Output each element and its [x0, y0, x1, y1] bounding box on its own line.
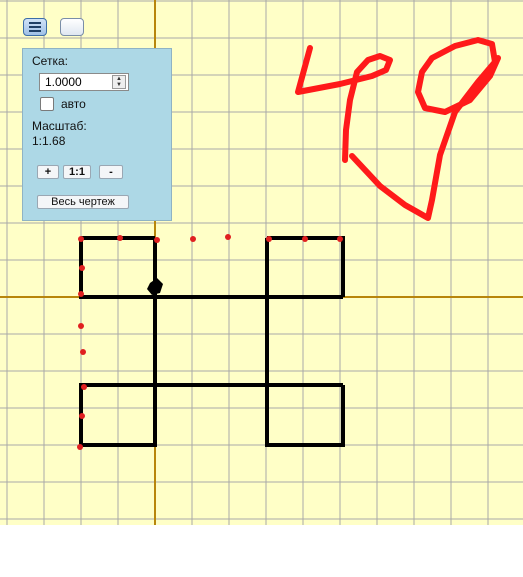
red-point [80, 349, 86, 355]
grid-step-spinner[interactable]: ▲ ▼ [112, 75, 126, 89]
red-point [337, 236, 343, 242]
red-point [154, 237, 160, 243]
settings-panel: Сетка: ▲ ▼ авто Масштаб: 1:1.68 + 1:1 - … [22, 48, 172, 221]
grid-label: Сетка: [32, 54, 68, 68]
fit-all-button[interactable]: Весь чертеж [37, 195, 129, 209]
blank-button[interactable] [60, 18, 84, 36]
red-point [190, 236, 196, 242]
zoom-out-button[interactable]: - [99, 165, 123, 179]
scale-value: 1:1.68 [32, 134, 66, 148]
red-point [78, 236, 84, 242]
red-point [79, 413, 85, 419]
red-point [79, 265, 85, 271]
auto-checkbox[interactable] [40, 97, 54, 111]
menu-icon-bar [29, 26, 41, 28]
red-point [77, 444, 83, 450]
spin-down-arrow-icon[interactable]: ▼ [113, 82, 125, 88]
red-point [225, 234, 231, 240]
scale-label: Масштаб: [32, 119, 87, 133]
red-point [78, 323, 84, 329]
red-point [266, 236, 272, 242]
menu-icon-bar [29, 22, 41, 24]
red-point [81, 384, 87, 390]
menu-icon-bar [29, 30, 41, 32]
menu-button[interactable] [23, 18, 47, 36]
red-point [117, 235, 123, 241]
zoom-reset-button[interactable]: 1:1 [63, 165, 91, 179]
auto-label: авто [61, 97, 86, 111]
red-point [78, 291, 84, 297]
zoom-in-button[interactable]: + [37, 165, 59, 179]
bottom-blank-area [0, 525, 523, 577]
red-point [302, 236, 308, 242]
